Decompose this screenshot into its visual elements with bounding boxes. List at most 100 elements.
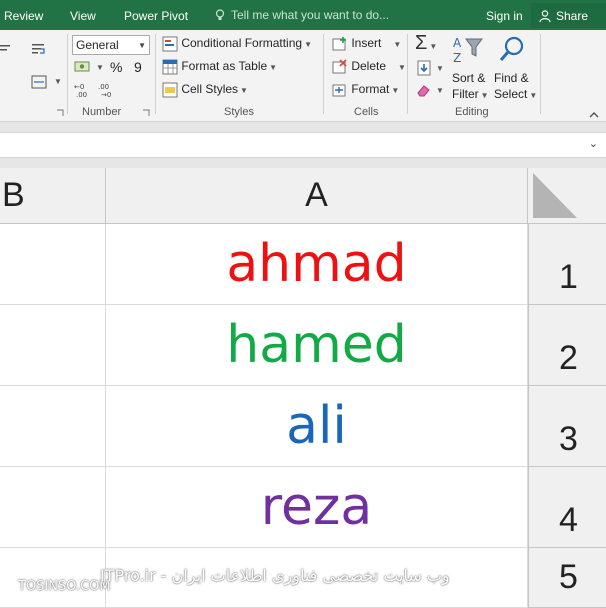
merge-center-icon[interactable]	[31, 74, 47, 90]
number-dialog-launcher-icon[interactable]	[142, 109, 150, 117]
sign-in-link[interactable]: Sign in	[486, 9, 523, 23]
cells-group-label: Cells	[354, 106, 379, 118]
share-label: Share	[556, 9, 589, 23]
select-all-triangle-icon	[533, 173, 577, 218]
format-cells-icon	[332, 84, 346, 97]
tab-view[interactable]: View	[70, 9, 96, 23]
merge-dropdown-arrow[interactable]: ▼	[54, 77, 62, 86]
row-header-1[interactable]: 1	[528, 224, 606, 305]
ribbon-gap	[0, 122, 606, 132]
ribbon: ▼ General ▼ ▼ % 9 ←0.00 .00 →0 Number Con…	[0, 30, 606, 122]
chevron-down-icon: ▼	[269, 63, 278, 73]
percent-style-button[interactable]: %	[110, 59, 122, 75]
group-separator	[67, 34, 68, 114]
column-header-b[interactable]: B	[0, 168, 106, 224]
fill-dropdown-arrow[interactable]: ▼	[436, 64, 444, 73]
svg-text:.00: .00	[76, 91, 87, 98]
styles-group-label: Styles	[224, 106, 254, 118]
cell-styles-icon	[162, 82, 178, 98]
cell-styles-label: Cell Styles	[181, 82, 239, 97]
number-group-label: Number	[82, 106, 122, 118]
find-select-label-2: Select	[494, 87, 528, 101]
chevron-down-icon: ▼	[138, 41, 146, 50]
number-format-value: General	[76, 38, 119, 52]
column-header-a[interactable]: A	[106, 168, 528, 224]
sort-filter-button[interactable]: Sort & Filter ▼	[452, 70, 489, 104]
autosum-button[interactable]: Σ ▼	[415, 32, 437, 55]
conditional-formatting-label: Conditional Formatting	[181, 36, 303, 51]
alignment-icon[interactable]	[0, 44, 14, 54]
insert-label: Insert	[351, 36, 382, 51]
cell-a3[interactable]: ali	[106, 386, 528, 467]
delete-cells-button[interactable]: Delete ▼	[332, 59, 406, 75]
conditional-formatting-icon	[162, 36, 178, 52]
table-icon	[162, 59, 178, 75]
row-header-4[interactable]: 4	[528, 467, 606, 548]
cell-a1[interactable]: ahmad	[106, 224, 528, 305]
editing-group-label: Editing	[455, 106, 489, 118]
cell-b3[interactable]	[0, 386, 106, 467]
eraser-icon[interactable]	[416, 83, 432, 97]
collapse-ribbon-icon[interactable]	[588, 110, 600, 118]
svg-text:.00: .00	[98, 83, 109, 91]
tab-review[interactable]: Review	[4, 9, 43, 23]
chevron-down-icon: ▼	[480, 91, 489, 100]
chevron-down-icon: ▼	[240, 86, 248, 96]
chevron-down-icon: ▼	[429, 42, 438, 51]
cell-a4[interactable]: reza	[106, 467, 528, 548]
sort-filter-label-1: Sort &	[452, 71, 486, 85]
cell-styles-button[interactable]: Cell Styles ▼	[162, 82, 248, 98]
group-separator	[540, 34, 541, 114]
group-separator	[155, 34, 156, 114]
chevron-down-icon: ▼	[398, 63, 406, 73]
chevron-down-icon: ▼	[391, 86, 400, 96]
formula-bar[interactable]: ⌄	[0, 132, 606, 158]
format-label: Format	[351, 82, 390, 97]
person-icon	[539, 10, 551, 22]
group-separator	[407, 34, 408, 114]
cell-b2[interactable]	[0, 305, 106, 386]
accounting-dropdown-arrow[interactable]: ▼	[96, 63, 104, 72]
select-all-corner[interactable]	[528, 168, 606, 224]
cell-a2[interactable]: hamed	[106, 305, 528, 386]
conditional-formatting-button[interactable]: Conditional Formatting ▼	[162, 36, 312, 52]
tell-me-search[interactable]: Tell me what you want to do...	[215, 8, 389, 22]
find-select-button[interactable]: Find & Select ▼	[494, 70, 537, 104]
ribbon-tab-bar: Review View Power Pivot Tell me what you…	[0, 0, 606, 30]
wrap-text-icon[interactable]	[31, 42, 47, 58]
decrease-decimal-icon[interactable]: .00→0	[98, 82, 116, 98]
row-header-3[interactable]: 3	[528, 386, 606, 467]
delete-label: Delete	[351, 59, 387, 74]
increase-decimal-icon[interactable]: ←0.00	[74, 82, 92, 98]
cell-b1[interactable]	[0, 224, 106, 305]
svg-text:A: A	[453, 36, 462, 50]
row-header-2[interactable]: 2	[528, 305, 606, 386]
accounting-format-icon[interactable]	[74, 60, 92, 74]
cell-b5[interactable]	[0, 548, 106, 608]
share-button[interactable]: Share	[531, 3, 606, 28]
sort-filter-label-2: Filter	[452, 87, 479, 101]
chevron-down-icon[interactable]: ⌄	[589, 137, 598, 150]
chevron-down-icon: ▼	[304, 40, 312, 50]
format-cells-button[interactable]: Format ▼	[332, 82, 399, 98]
alignment-dialog-launcher-icon[interactable]	[56, 109, 64, 117]
group-separator	[323, 34, 324, 114]
svg-text:←0: ←0	[74, 83, 84, 91]
svg-text:→0: →0	[101, 91, 111, 98]
clear-dropdown-arrow[interactable]: ▼	[436, 86, 444, 95]
sigma-icon: Σ	[415, 32, 428, 54]
tell-me-text: Tell me what you want to do...	[231, 8, 390, 22]
cell-b4[interactable]	[0, 467, 106, 548]
tab-power-pivot[interactable]: Power Pivot	[124, 9, 188, 23]
watermark-right: ITPro.ir - وب سایت تخصصی فناوری اطلاعات …	[100, 566, 450, 585]
insert-cells-icon	[332, 37, 346, 51]
magnifier-icon	[499, 36, 524, 61]
comma-style-button[interactable]: 9	[134, 59, 142, 75]
insert-cells-button[interactable]: Insert ▼	[332, 36, 401, 52]
row-header-5[interactable]: 5	[528, 548, 606, 608]
format-as-table-button[interactable]: Format as Table ▼	[162, 59, 277, 75]
number-format-select[interactable]: General ▼	[72, 35, 150, 55]
fill-icon[interactable]	[416, 60, 432, 76]
format-as-table-label: Format as Table	[181, 59, 268, 74]
lightbulb-icon	[215, 9, 225, 20]
